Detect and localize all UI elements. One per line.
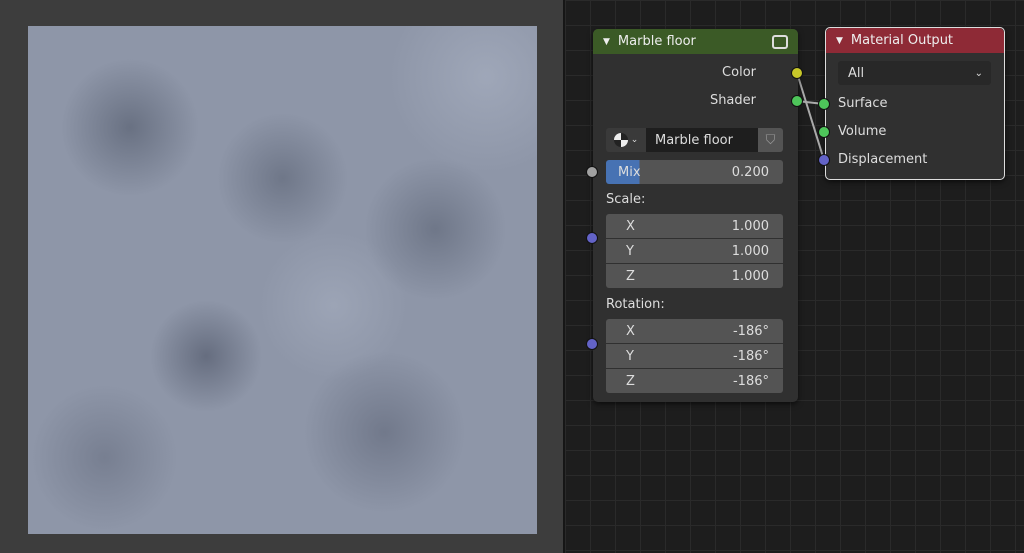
axis-label: Z: [626, 268, 635, 284]
collapse-icon[interactable]: ▼: [836, 36, 843, 46]
scale-label: Scale:: [606, 192, 646, 207]
axis-label: X: [626, 218, 635, 234]
axis-label: Z: [626, 373, 635, 389]
mix-value: 0.200: [731, 164, 769, 180]
mix-input-socket[interactable]: [586, 166, 598, 178]
scale-z-value: 1.000: [731, 268, 769, 284]
datablock-selector[interactable]: ⌄ Marble floor ⛉: [606, 128, 783, 152]
scale-x-value: 1.000: [731, 218, 769, 234]
surface-input-socket[interactable]: [818, 98, 830, 110]
group-node[interactable]: ▼ Marble floor Color Shader ⌄ Marble flo…: [593, 29, 798, 402]
scale-y-field[interactable]: Y 1.000: [606, 239, 783, 263]
output-node-header[interactable]: ▼ Material Output: [826, 28, 1004, 53]
rotation-z-field[interactable]: Z -186°: [606, 369, 783, 393]
displacement-label: Displacement: [838, 152, 928, 167]
output-color-label: Color: [722, 65, 756, 80]
axis-label: Y: [626, 348, 634, 364]
datablock-name-field[interactable]: Marble floor: [646, 128, 758, 152]
node-group-icon[interactable]: [772, 34, 788, 49]
rotation-label: Rotation:: [606, 297, 665, 312]
scale-input-socket[interactable]: [586, 232, 598, 244]
texture-preview: [28, 26, 537, 534]
node-title: Marble floor: [617, 34, 696, 49]
scale-x-field[interactable]: X 1.000: [606, 214, 783, 238]
surface-label: Surface: [838, 96, 888, 111]
color-output-socket[interactable]: [791, 67, 803, 79]
shader-output-socket[interactable]: [791, 95, 803, 107]
link-color-displacement: [796, 72, 825, 161]
group-node-header[interactable]: ▼ Marble floor: [593, 29, 798, 54]
mix-slider[interactable]: Mix 0.200: [606, 160, 783, 184]
scale-z-field[interactable]: Z 1.000: [606, 264, 783, 288]
node-title: Material Output: [850, 33, 954, 48]
image-editor: [0, 0, 563, 553]
rotation-y-field[interactable]: Y -186°: [606, 344, 783, 368]
fake-user-shield-icon[interactable]: ⛉: [758, 128, 783, 152]
material-output-node[interactable]: ▼ Material Output All ⌄ Surface Volume Di…: [825, 27, 1005, 180]
volume-input-socket[interactable]: [818, 126, 830, 138]
axis-label: X: [626, 323, 635, 339]
rotation-input-socket[interactable]: [586, 338, 598, 350]
rotation-x-value: -186°: [732, 323, 769, 339]
target-dropdown[interactable]: All ⌄: [838, 61, 991, 85]
collapse-icon[interactable]: ▼: [603, 37, 610, 47]
axis-label: Y: [626, 243, 634, 259]
displacement-input-socket[interactable]: [818, 154, 830, 166]
target-value: All: [848, 65, 865, 81]
material-browse-icon[interactable]: ⌄: [606, 128, 646, 152]
output-shader-label: Shader: [709, 93, 756, 108]
rotation-y-value: -186°: [732, 348, 769, 364]
rotation-x-field[interactable]: X -186°: [606, 319, 783, 343]
chevron-down-icon: ⌄: [974, 67, 983, 79]
rotation-z-value: -186°: [732, 373, 769, 389]
volume-label: Volume: [838, 124, 887, 139]
scale-y-value: 1.000: [731, 243, 769, 259]
mix-label: Mix: [618, 164, 641, 180]
